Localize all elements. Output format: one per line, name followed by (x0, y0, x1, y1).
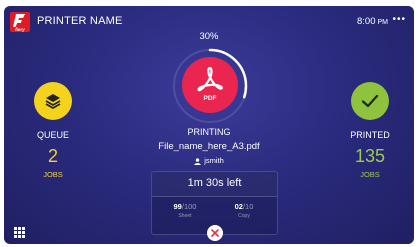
copy-total: 10 (245, 202, 254, 211)
job-user-name: jsmith (204, 156, 224, 165)
copy-stat: 02/10 Copy (224, 202, 264, 219)
copy-current: 02 (234, 202, 243, 211)
sheet-value: 99/100 (165, 202, 205, 211)
sheet-label: Sheet (178, 213, 192, 219)
grid-apps-icon[interactable] (14, 227, 25, 238)
clock-ampm: PM (377, 19, 389, 26)
printer-name: PRINTER NAME (37, 15, 123, 27)
sheet-total: 100 (183, 202, 197, 211)
printed-unit: JOBS (360, 170, 380, 179)
pdf-file-icon-circle: PDF (182, 57, 238, 113)
printer-screen: fiery PRINTER NAME 8:00 PM ••• 30% PDF QU… (4, 6, 414, 244)
acrobat-pdf-icon (197, 66, 223, 92)
progress-percent: 30% (199, 31, 219, 42)
close-icon (211, 229, 219, 237)
time-left: 1m 30s left (187, 177, 242, 189)
cancel-job-button[interactable] (207, 225, 223, 241)
clock-time: 8:00 (357, 16, 376, 27)
copy-value: 02/10 (224, 202, 264, 211)
pdf-label: PDF (203, 95, 217, 102)
job-status: PRINTING (187, 127, 231, 137)
job-user: jsmith (4, 156, 414, 165)
user-icon (194, 157, 201, 165)
clock: 8:00 PM (357, 16, 388, 27)
queue-unit: JOBS (43, 170, 63, 179)
sheet-current: 99 (173, 202, 182, 211)
stack-layers-icon (45, 94, 61, 110)
sheet-stat: 99/100 Sheet (165, 202, 205, 219)
copy-label: Copy (238, 213, 250, 219)
printed-button[interactable] (351, 82, 389, 120)
time-left-bar: 1m 30s left (152, 172, 277, 197)
queue-button[interactable] (34, 82, 72, 120)
fiery-logo-icon: fiery (10, 12, 30, 32)
job-filename: File_name_here_A3.pdf (158, 141, 260, 152)
checkmark-icon (361, 94, 379, 108)
more-menu-icon[interactable]: ••• (392, 14, 406, 25)
